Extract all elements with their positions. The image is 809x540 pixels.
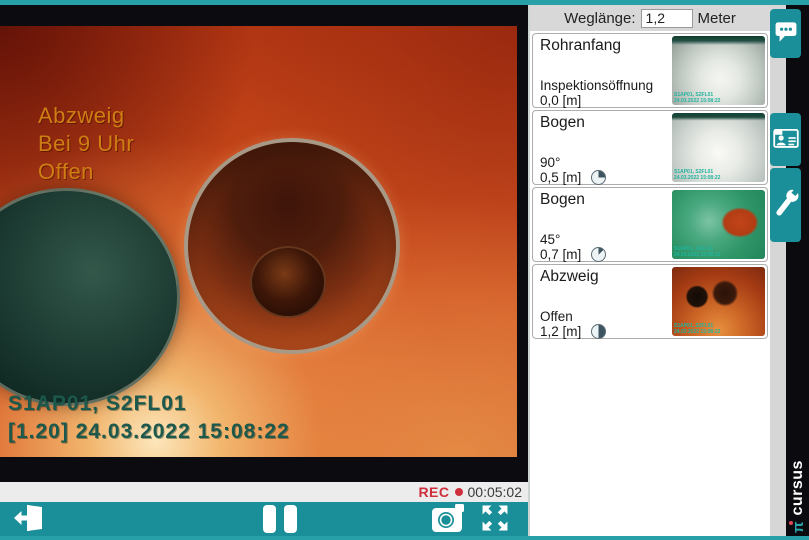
angle-pie-icon: [591, 324, 606, 339]
rec-dot-icon: [455, 488, 463, 496]
item-thumbnail: S1AP01, S2FL01 24.03.2022 15:08:22: [672, 267, 765, 336]
item-detail: Offen: [540, 309, 573, 324]
item-thumbnail: S1AP01, S2FL01 24.03.2022 15:08:22: [672, 36, 765, 105]
item-detail: 90°: [540, 155, 560, 170]
thumbnail-overlay-text: S1AP01, S2FL01 24.03.2022 15:08:22: [674, 92, 720, 104]
comments-tab[interactable]: [770, 9, 801, 58]
settings-tab[interactable]: [770, 168, 801, 242]
video-control-bar: [0, 502, 528, 536]
fullscreen-button[interactable]: [474, 502, 516, 536]
thumbnail-overlay-text: S1AP01, S2FL01 24.03.2022 15:08:22: [674, 169, 720, 181]
video-overlay-timestamp: [1.20] 24.03.2022 15:08:22: [8, 420, 290, 444]
id-card-icon: [773, 126, 799, 153]
item-distance: 1,2 [m]: [540, 324, 606, 339]
item-title: Rohranfang: [540, 37, 621, 55]
item-distance: 0,7 [m]: [540, 247, 606, 262]
angle-pie-icon: [591, 170, 606, 185]
live-camera-feed: Abzweig Bei 9 Uhr Offen S1AP01, S2FL01 […: [0, 26, 517, 457]
pipe-inner-depth: [250, 246, 326, 318]
rec-time: 00:05:02: [468, 484, 523, 500]
weglaenge-input[interactable]: [641, 9, 693, 28]
thumbnail-overlay-text: S1AP01, S2FL01 24.03.2022 15:08:22: [674, 323, 720, 335]
path-length-header: Weglänge: Meter: [530, 5, 770, 31]
brand-logo: π cursus: [787, 437, 809, 537]
wrench-icon: [773, 184, 799, 227]
side-rail-gutter: [770, 5, 786, 536]
pause-button[interactable]: [256, 502, 304, 536]
pipe-main-opening: [184, 138, 400, 354]
pause-icon: [259, 505, 301, 533]
list-item-abzweig[interactable]: Abzweig Offen 1,2 [m] S1AP01, S2FL01 24.…: [532, 264, 768, 339]
item-title: Bogen: [540, 114, 585, 132]
video-letterbox: Abzweig Bei 9 Uhr Offen S1AP01, S2FL01 […: [0, 5, 528, 482]
snapshot-button[interactable]: [428, 502, 470, 536]
item-detail: Inspektionsöffnung: [540, 78, 653, 93]
exit-door-icon: [12, 503, 48, 536]
brand-name: cursus: [789, 460, 807, 515]
expand-arrows-icon: [479, 502, 511, 537]
inspection-app-window: Abzweig Bei 9 Uhr Offen S1AP01, S2FL01 […: [0, 0, 809, 540]
camera-icon: [431, 503, 467, 536]
item-thumbnail: S1AP01, S2FL01 24.03.2022 15:08:22: [672, 113, 765, 182]
video-overlay-observation: Abzweig Bei 9 Uhr Offen: [38, 102, 134, 186]
speech-bubble-ellipsis-icon: [774, 19, 798, 48]
exit-button[interactable]: [8, 502, 52, 536]
brand-dot: [789, 521, 793, 525]
thumbnail-overlay-text: S1AP01, S2FL01 24.03.2022 15:08:22: [674, 246, 720, 258]
list-item-bogen-90[interactable]: Bogen 90° 0,5 [m] S1AP01, S2FL01 24.03.2…: [532, 110, 768, 185]
recording-status-bar: REC 00:05:02: [0, 482, 528, 502]
item-thumbnail: S1AP01, S2FL01 24.03.2022 15:08:22: [672, 190, 765, 259]
item-distance: 0,0 [m]: [540, 93, 581, 108]
pipe-branch-opening: [0, 188, 180, 406]
item-title: Bogen: [540, 191, 585, 209]
weglaenge-label: Weglänge:: [564, 10, 635, 27]
contact-card-tab[interactable]: [770, 113, 801, 166]
rec-label: REC: [418, 484, 449, 500]
list-item-bogen-45[interactable]: Bogen 45° 0,7 [m] S1AP01, S2FL01 24.03.2…: [532, 187, 768, 262]
inspection-panel: Weglänge: Meter Rohranfang Inspektionsöf…: [530, 5, 770, 536]
item-title: Abzweig: [540, 268, 599, 286]
video-overlay-meta: S1AP01, S2FL01 [1.20] 24.03.2022 15:08:2…: [8, 392, 290, 444]
observation-list: Rohranfang Inspektionsöffnung 0,0 [m] S1…: [530, 31, 770, 339]
video-overlay-ids: S1AP01, S2FL01: [8, 392, 290, 416]
item-detail: 45°: [540, 232, 560, 247]
list-item-rohranfang[interactable]: Rohranfang Inspektionsöffnung 0,0 [m] S1…: [532, 33, 768, 108]
meter-label: Meter: [698, 10, 736, 27]
item-distance: 0,5 [m]: [540, 170, 606, 185]
angle-pie-icon: [591, 247, 606, 262]
